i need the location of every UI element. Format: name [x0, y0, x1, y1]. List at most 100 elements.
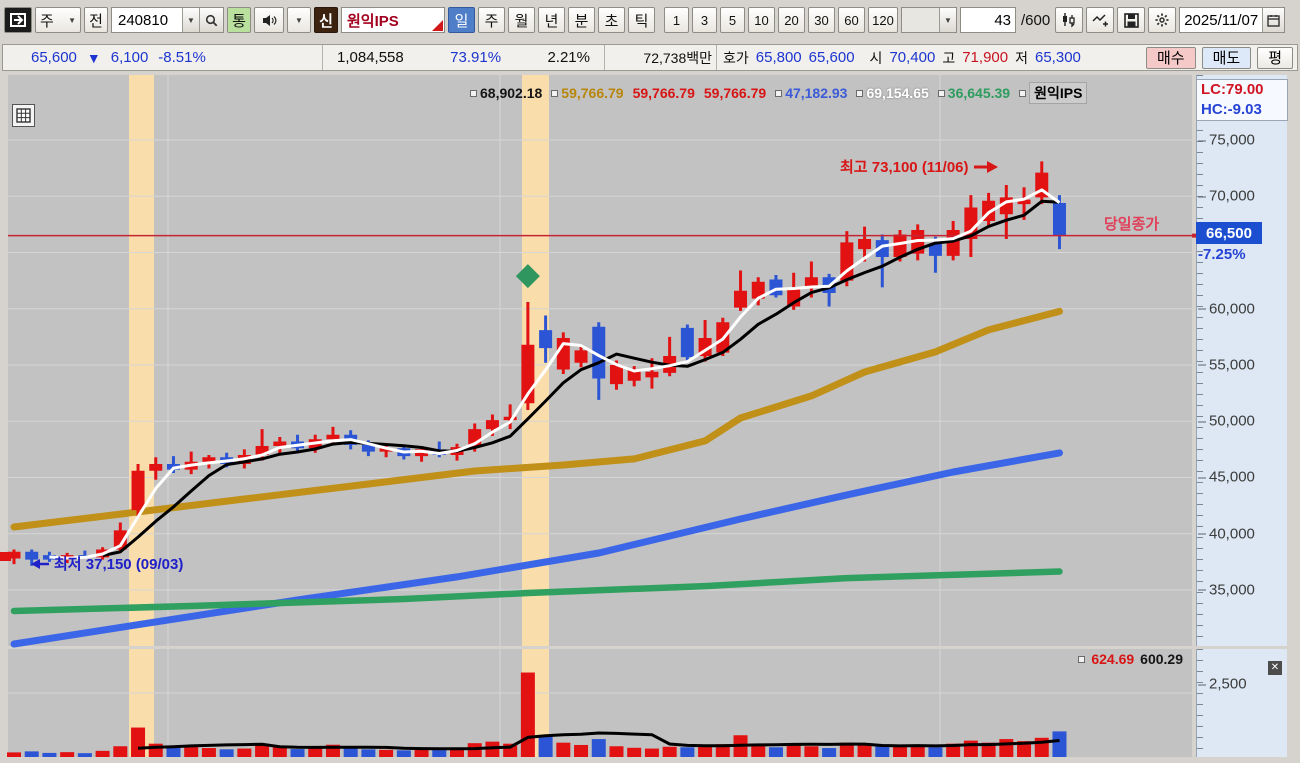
- lc-hc-box: LC:79.00 HC:-9.03: [1196, 79, 1288, 121]
- volume-bar: [822, 748, 837, 757]
- current-price-axis-value: 66,500: [1206, 224, 1252, 242]
- right-arrow-icon: [973, 160, 998, 173]
- candle: [273, 441, 287, 446]
- volume-bar: [396, 750, 411, 757]
- legend-value: 68,902.18: [480, 85, 543, 101]
- legend-item: 36,645.39: [937, 85, 1011, 101]
- candle: [149, 463, 163, 471]
- volume-bar: [432, 750, 447, 757]
- volume-bar: [609, 746, 624, 757]
- current-price-axis-box: 66,500: [1196, 222, 1262, 244]
- legend-item: 47,182.93: [775, 85, 847, 101]
- volume-bar: [131, 727, 146, 757]
- volume-bar: [520, 672, 535, 757]
- candle: [574, 350, 588, 363]
- volume-bar: [1052, 731, 1067, 757]
- volume-ma-red-value: 624.69: [1091, 651, 1135, 667]
- price-axis-label: 45,000: [1198, 468, 1255, 486]
- left-arrow-icon: [31, 558, 49, 569]
- lc-value: LC:79.00: [1201, 81, 1264, 98]
- grid-icon: [16, 108, 31, 123]
- volume-bar: [42, 752, 57, 757]
- close-line-label: 당일종가: [1104, 213, 1159, 234]
- candle: [858, 238, 872, 250]
- volume-bar: [857, 744, 872, 757]
- candle: [609, 364, 623, 385]
- legend-value: 59,766.79: [632, 85, 695, 101]
- candle: [539, 330, 553, 349]
- legend-swatch: [775, 89, 783, 97]
- volume-bar: [166, 747, 181, 757]
- volume-bar: [414, 749, 429, 757]
- candlestick-chart-canvas[interactable]: [0, 0, 1300, 763]
- close-icon: ✕: [1270, 662, 1280, 673]
- volume-bar: [680, 747, 695, 757]
- volume-axis-ticks: [1197, 649, 1203, 757]
- price-axis-label: 50,000: [1198, 412, 1255, 430]
- volume-bar: [379, 749, 394, 757]
- volume-bar: [804, 746, 819, 757]
- indicator-legend: 68,902.18 59,766.79 59,766.79 59,766.79 47,1…: [470, 82, 1088, 104]
- price-axis-label: 60,000: [1198, 300, 1255, 318]
- hts-chart-window: { "toolbar": { "period_combo_label": "주"…: [0, 0, 1300, 763]
- candle: [734, 290, 748, 308]
- legend-stock-name: 원익IPS: [1019, 82, 1088, 104]
- legend-swatch: [937, 89, 945, 97]
- volume-bar: [60, 752, 75, 757]
- volume-bar: [201, 748, 216, 757]
- candle: [680, 327, 694, 358]
- legend-item: 59,766.79: [551, 85, 624, 101]
- volume-bar: [591, 739, 606, 757]
- legend-item: 69,154.65: [856, 85, 929, 101]
- close-line-label-text: 당일종가: [1104, 216, 1160, 233]
- price-axis-panel[interactable]: 75,000 70,000 60,000 55,000 50,000 45,000 40,0…: [1196, 75, 1287, 646]
- volume-bar: [77, 753, 92, 757]
- legend-swatch: [1078, 655, 1086, 663]
- legend-item: 59,766.79: [704, 85, 766, 101]
- volume-bar: [627, 747, 642, 757]
- volume-bar: [308, 748, 323, 757]
- price-axis-label: 55,000: [1198, 356, 1255, 374]
- volume-bar: [219, 749, 234, 757]
- volume-bar: [184, 745, 199, 757]
- volume-bar: [768, 747, 783, 757]
- legend-value: 59,766.79: [561, 85, 624, 101]
- candle: [645, 371, 659, 378]
- volume-bar: [875, 745, 890, 757]
- current-price-axis-pct: -7.25%: [1198, 246, 1246, 263]
- volume-bar: [999, 739, 1014, 757]
- volume-bar: [95, 750, 110, 757]
- volume-bar: [574, 744, 589, 757]
- volume-bar: [893, 746, 907, 757]
- legend-swatch: [551, 89, 559, 97]
- legend-stock-label: 원익IPS: [1029, 82, 1088, 104]
- legend-swatch: [856, 89, 864, 97]
- volume-bar: [24, 751, 39, 757]
- volume-bar: [361, 749, 376, 757]
- legend-value: 47,182.93: [785, 85, 848, 101]
- volume-ma-black-value: 600.29: [1140, 651, 1183, 667]
- volume-bar: [343, 747, 358, 757]
- low-annotation-text: 최저 37,150 (09/03): [54, 556, 184, 573]
- volume-legend: 624.69 600.29: [1040, 651, 1183, 667]
- legend-swatch: [470, 89, 477, 97]
- volume-bar: [556, 742, 571, 757]
- volume-bar: [786, 745, 801, 757]
- price-axis-label: 35,000: [1198, 581, 1255, 599]
- legend-item: 68,902.18: [470, 85, 542, 101]
- legend-value: 36,645.39: [947, 85, 1011, 101]
- price-axis-label: 40,000: [1198, 525, 1255, 543]
- legend-value: 59,766.79: [703, 85, 767, 101]
- volume-bar: [7, 752, 21, 757]
- legend-value: 69,154.65: [866, 85, 929, 101]
- volume-panel-close-button[interactable]: ✕: [1268, 661, 1282, 675]
- high-annotation-text: 최고 73,100 (11/06): [840, 159, 969, 176]
- legend-item: 59,766.79: [633, 85, 695, 101]
- legend-swatch: [1019, 89, 1027, 97]
- volume-bar: [237, 748, 252, 757]
- candle: [326, 434, 340, 440]
- volume-bar: [644, 748, 659, 757]
- high-annotation: 최고 73,100 (11/06): [840, 156, 999, 177]
- volume-bar: [290, 749, 305, 757]
- grid-toggle-button[interactable]: [12, 104, 35, 127]
